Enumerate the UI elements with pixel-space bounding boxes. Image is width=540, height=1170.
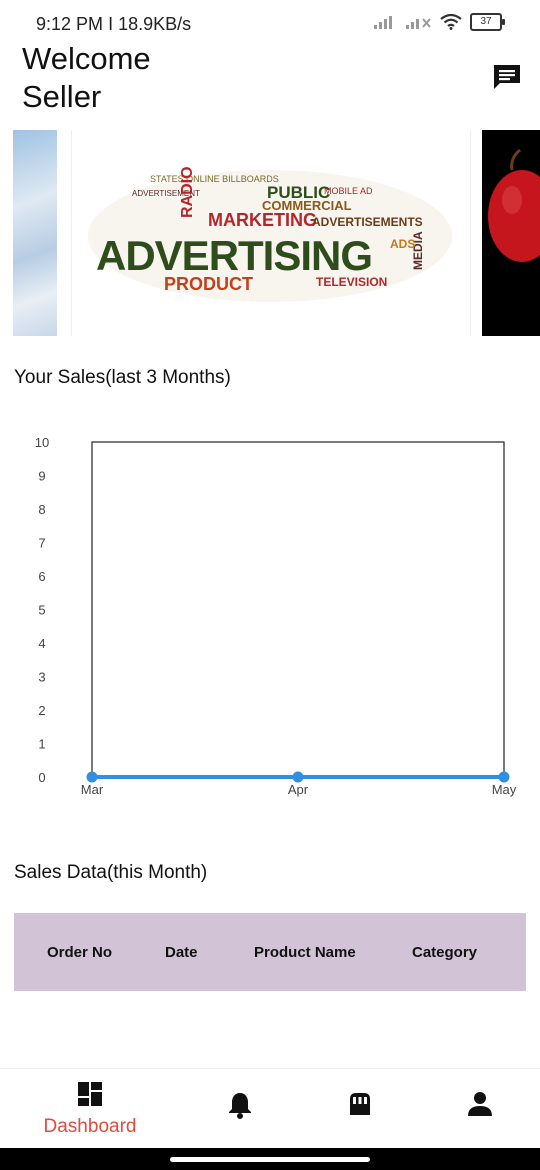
- y-tick-label: 4: [38, 636, 45, 651]
- y-tick-label: 0: [38, 770, 45, 785]
- word-advertising: ADVERTISING: [96, 232, 372, 279]
- word-marketing: MARKETING: [208, 210, 317, 230]
- network-speed: 18.9KB/s: [118, 14, 192, 34]
- y-tick-label: 2: [38, 703, 45, 718]
- word-product: PRODUCT: [164, 274, 253, 294]
- x-tick-label: Mar: [81, 782, 104, 797]
- apple-slide-image[interactable]: [482, 130, 540, 336]
- y-tick-label: 1: [38, 737, 45, 752]
- advertising-word-cloud: STATES ONLINE BILLBOARDS ADVERTISEMENT P…: [88, 166, 452, 302]
- plot-frame: [91, 441, 505, 778]
- x-tick-label: May: [492, 782, 517, 797]
- signal-2-icon: [406, 18, 431, 29]
- welcome-line-2: Seller: [22, 79, 102, 114]
- dashboard-icon: [78, 1082, 102, 1106]
- svg-text:STATES ONLINE BILLBOARDS: STATES ONLINE BILLBOARDS: [150, 174, 279, 184]
- nav-notifications[interactable]: [180, 1081, 300, 1124]
- nav-dashboard[interactable]: Dashboard: [30, 1081, 150, 1138]
- word-advertisements: ADVERTISEMENTS: [312, 215, 423, 229]
- battery-level: 37: [480, 16, 492, 27]
- x-tick-label: Apr: [288, 782, 309, 797]
- person-icon: [468, 1092, 492, 1116]
- sales-table-header: Order No Date Product Name Category: [14, 913, 526, 991]
- column-date[interactable]: Date: [165, 944, 198, 961]
- chart-canvas: 0 1 2 3 4 5 6 7 8 9 10 Mar Apr May: [35, 435, 517, 797]
- y-tick-label: 10: [35, 435, 49, 450]
- status-separator: I: [108, 14, 114, 34]
- signal-icon: [374, 16, 392, 29]
- welcome-line-1: Welcome: [22, 41, 151, 76]
- nav-profile[interactable]: [420, 1081, 540, 1122]
- bell-icon: [229, 1093, 251, 1119]
- advertising-banner-image[interactable]: STATES ONLINE BILLBOARDS ADVERTISEMENT P…: [71, 130, 471, 336]
- word-television: TELEVISION: [316, 275, 387, 289]
- y-tick-label: 8: [38, 502, 45, 517]
- y-tick-label: 3: [38, 670, 45, 685]
- status-clock: 9:12 PM: [36, 14, 104, 34]
- nav-dashboard-label: Dashboard: [43, 1116, 137, 1137]
- word-radio: RADIO: [179, 166, 196, 218]
- sky-slide-image[interactable]: [13, 130, 57, 336]
- column-order-no[interactable]: Order No: [47, 944, 112, 961]
- welcome-heading: Welcome Seller: [22, 40, 151, 116]
- column-category[interactable]: Category: [412, 944, 477, 961]
- home-indicator[interactable]: [170, 1157, 370, 1162]
- data-point: [498, 771, 510, 783]
- apple-image: [488, 148, 540, 262]
- chat-icon[interactable]: [492, 62, 522, 92]
- svg-text:MOBILE AD: MOBILE AD: [324, 186, 373, 196]
- nav-store[interactable]: [300, 1081, 420, 1122]
- wifi-icon: [440, 14, 462, 30]
- store-icon: [350, 1093, 370, 1115]
- status-icons: 37: [374, 13, 505, 31]
- sales-data-title: Sales Data(this Month): [14, 862, 208, 883]
- banner-carousel[interactable]: STATES ONLINE BILLBOARDS ADVERTISEMENT P…: [0, 130, 540, 336]
- y-tick-label: 6: [38, 569, 45, 584]
- column-product-name[interactable]: Product Name: [254, 944, 356, 961]
- y-tick-label: 7: [38, 536, 45, 551]
- sales-chart-title: Your Sales(last 3 Months): [14, 367, 231, 388]
- data-point: [86, 771, 98, 783]
- y-tick-label: 9: [38, 469, 45, 484]
- bottom-navigation: Dashboard: [0, 1068, 540, 1149]
- battery-icon: 37: [470, 13, 505, 31]
- status-time: 9:12 PM I 18.9KB/s: [36, 14, 191, 35]
- data-point: [292, 771, 304, 783]
- word-ads: ADS: [390, 237, 415, 251]
- y-tick-label: 5: [38, 603, 45, 618]
- sales-line-chart: 0 1 2 3 4 5 6 7 8 9 10 Mar Apr May: [0, 420, 540, 810]
